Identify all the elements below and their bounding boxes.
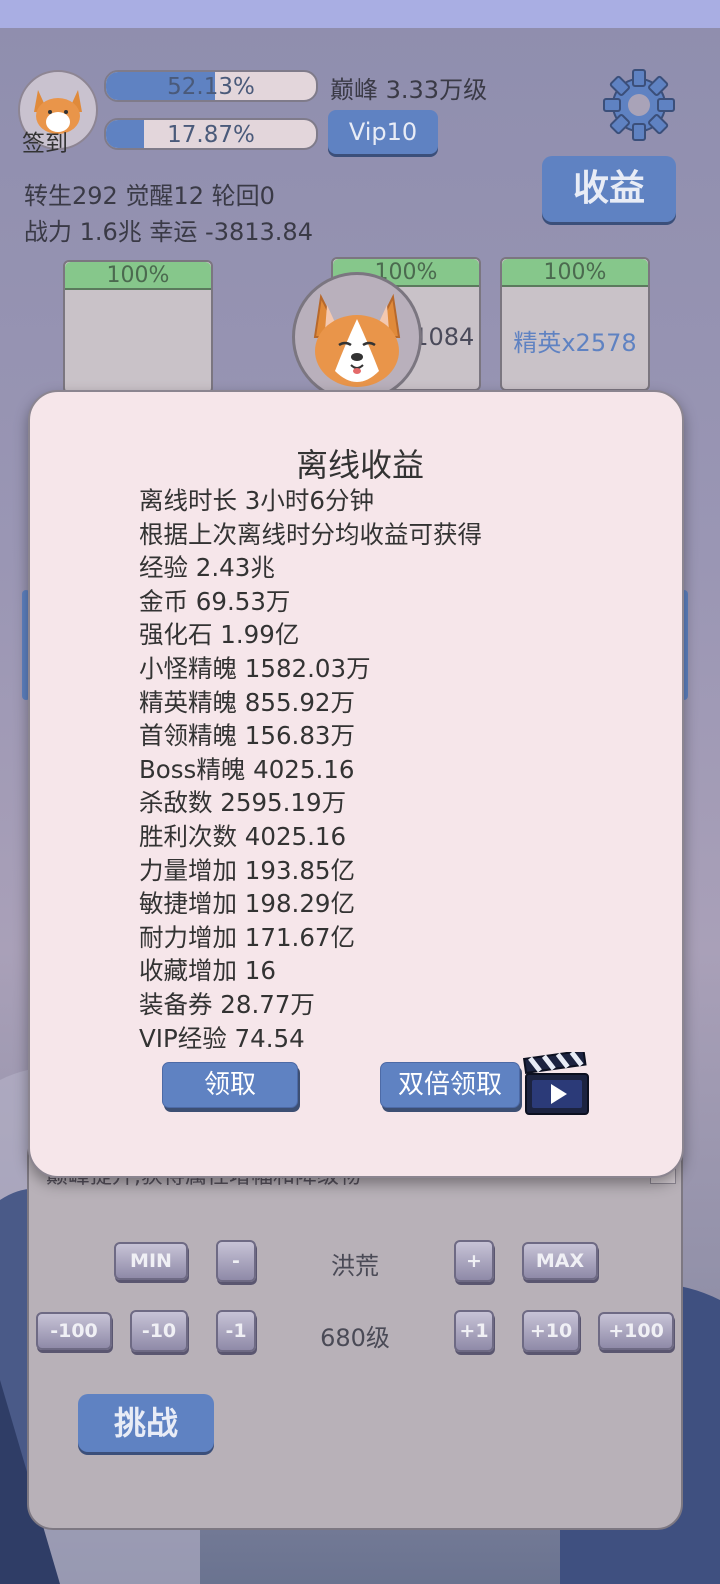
level-plus-100-button[interactable]: +100 <box>598 1312 674 1350</box>
clapperboard-icon[interactable] <box>522 1049 590 1118</box>
earnings-line: 金币 69.53万 <box>139 586 291 616</box>
level-minus-100-button[interactable]: -100 <box>36 1312 112 1350</box>
earnings-line: 耐力增加 171.67亿 <box>139 922 356 952</box>
earnings-line: 根据上次离线时分均收益可获得 <box>139 519 482 549</box>
slot-1[interactable]: 100% <box>63 260 213 394</box>
earnings-line: Boss精魄 4025.16 <box>139 754 355 784</box>
earnings-line: 收藏增加 16 <box>139 956 276 986</box>
decrease-difficulty-button[interactable]: - <box>216 1240 256 1282</box>
level-minus-10-button[interactable]: -10 <box>130 1310 188 1352</box>
gear-icon[interactable] <box>600 66 678 144</box>
earnings-line: 杀敌数 2595.19万 <box>139 788 347 818</box>
earnings-line: VIP经验 74.54 <box>139 1023 305 1053</box>
challenge-button[interactable]: 挑战 <box>78 1394 214 1452</box>
level-text: 680级 <box>320 1324 390 1352</box>
slot-3[interactable]: 100% 精英x2578 <box>500 257 650 391</box>
max-button[interactable]: MAX <box>522 1242 598 1280</box>
checkin-label[interactable]: 签到 <box>22 124 68 158</box>
earnings-button[interactable]: 收益 <box>542 156 676 222</box>
earnings-list: 离线时长 3小时6分钟 根据上次离线时分均收益可获得 经验 2.43兆 金币 6… <box>139 484 482 1055</box>
claim-button[interactable]: 领取 <box>162 1062 298 1108</box>
difficulty-text: 洪荒 <box>331 1252 379 1280</box>
min-button[interactable]: MIN <box>114 1242 188 1280</box>
earnings-line: 小怪精魄 1582.03万 <box>139 653 371 683</box>
increase-difficulty-button[interactable]: + <box>454 1240 494 1282</box>
status-bar <box>0 0 720 28</box>
slot-3-label: 精英x2578 <box>513 329 637 357</box>
earnings-line: 经验 2.43兆 <box>139 553 275 583</box>
level-plus-10-button[interactable]: +10 <box>522 1310 580 1352</box>
earnings-line: 精英精魄 855.92万 <box>139 687 356 717</box>
stats-line-2: 战力 1.6兆 幸运 -3813.84 <box>24 218 313 246</box>
earnings-line: 装备券 28.77万 <box>139 989 315 1019</box>
level-minus-1-button[interactable]: -1 <box>216 1310 256 1352</box>
corgi-icon <box>313 293 401 387</box>
peak-level-text: 巅峰 3.33万级 <box>330 76 488 104</box>
earnings-line: 敏捷增加 198.29亿 <box>139 889 356 919</box>
earnings-line: 胜利次数 4025.16 <box>139 821 347 851</box>
vip-button[interactable]: Vip10 <box>328 110 438 154</box>
vip-progress-bar: 17.87% <box>104 118 318 150</box>
slot-3-percent: 100% <box>502 259 648 287</box>
pet-frame[interactable] <box>292 272 422 402</box>
slot-1-percent: 100% <box>65 262 211 290</box>
level-plus-1-button[interactable]: +1 <box>454 1310 494 1352</box>
stats-line-1: 转生292 觉醒12 轮回0 <box>24 182 275 210</box>
double-claim-button[interactable]: 双倍领取 <box>380 1062 520 1108</box>
earnings-line: 力量增加 193.85亿 <box>139 855 356 885</box>
earnings-line: 强化石 1.99亿 <box>139 620 300 650</box>
exp-progress-text: 52.13% <box>167 74 255 100</box>
exp-progress-bar: 52.13% <box>104 70 318 102</box>
earnings-line: 首领精魄 156.83万 <box>139 721 356 751</box>
dialog-title: 离线收益 <box>295 446 424 484</box>
vip-progress-text: 17.87% <box>167 122 255 148</box>
earnings-line: 离线时长 3小时6分钟 <box>139 486 374 515</box>
